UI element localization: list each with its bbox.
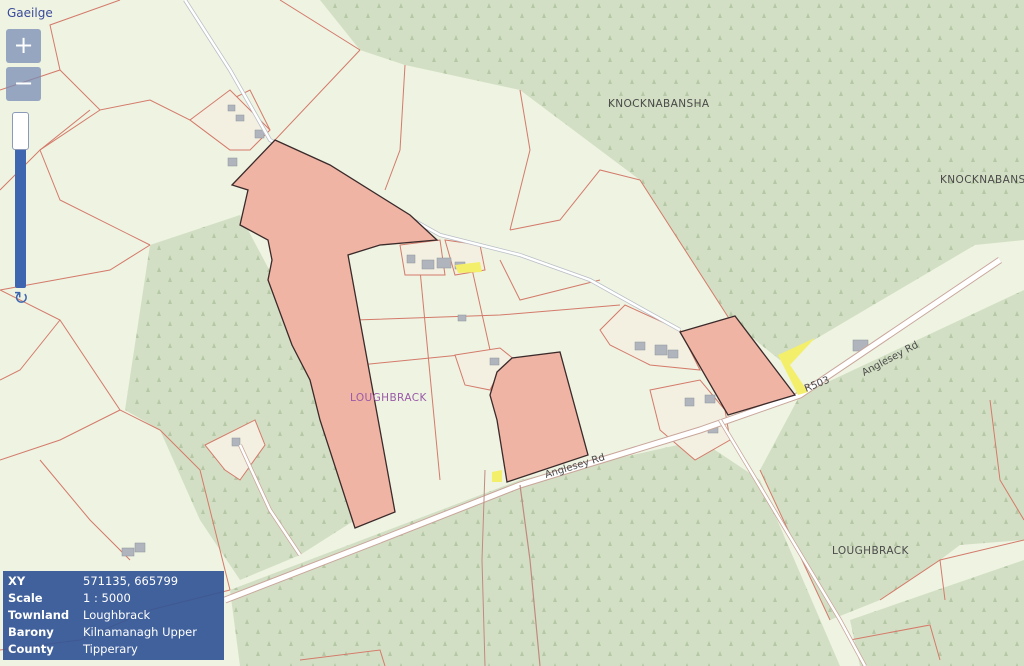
info-key: Barony: [8, 625, 54, 639]
info-key: County: [8, 642, 54, 656]
zoom-in-button[interactable]: +: [6, 29, 41, 63]
language-link[interactable]: Gaeilge: [7, 6, 53, 20]
zoom-slider-track[interactable]: [15, 126, 26, 288]
map-canvas[interactable]: KNOCKNABANSHA KNOCKNABANSHA LOUGHBRACK L…: [0, 0, 1024, 666]
townland-label-loughbrack-1: LOUGHBRACK: [350, 392, 427, 404]
zoom-slider-handle[interactable]: [12, 112, 29, 150]
info-row: Townland Loughbrack: [7, 607, 201, 624]
info-value: 1 : 5000: [83, 591, 131, 605]
zoom-out-button[interactable]: −: [6, 67, 41, 101]
info-key: XY: [8, 574, 26, 588]
map-info-panel: XY 571135, 665799 Scale 1 : 5000 Townland Lou…: [3, 571, 224, 660]
info-row: XY 571135, 665799: [7, 573, 201, 590]
refresh-icon[interactable]: ↻: [11, 289, 31, 309]
info-row: Scale 1 : 5000: [7, 590, 201, 607]
info-row: County Tipperary: [7, 641, 201, 658]
info-value: Kilnamanagh Upper: [83, 625, 197, 639]
townland-label-knocknabansha-2: KNOCKNABANSHA: [940, 174, 1024, 186]
info-row: Barony Kilnamanagh Upper: [7, 624, 201, 641]
townland-label-loughbrack-2: LOUGHBRACK: [832, 545, 909, 557]
info-value: 571135, 665799: [83, 574, 179, 588]
info-key: Scale: [8, 591, 43, 605]
townland-label-knocknabansha-1: KNOCKNABANSHA: [608, 98, 710, 110]
info-value: Loughbrack: [83, 608, 151, 622]
info-value: Tipperary: [83, 642, 138, 656]
info-key: Townland: [8, 608, 70, 622]
